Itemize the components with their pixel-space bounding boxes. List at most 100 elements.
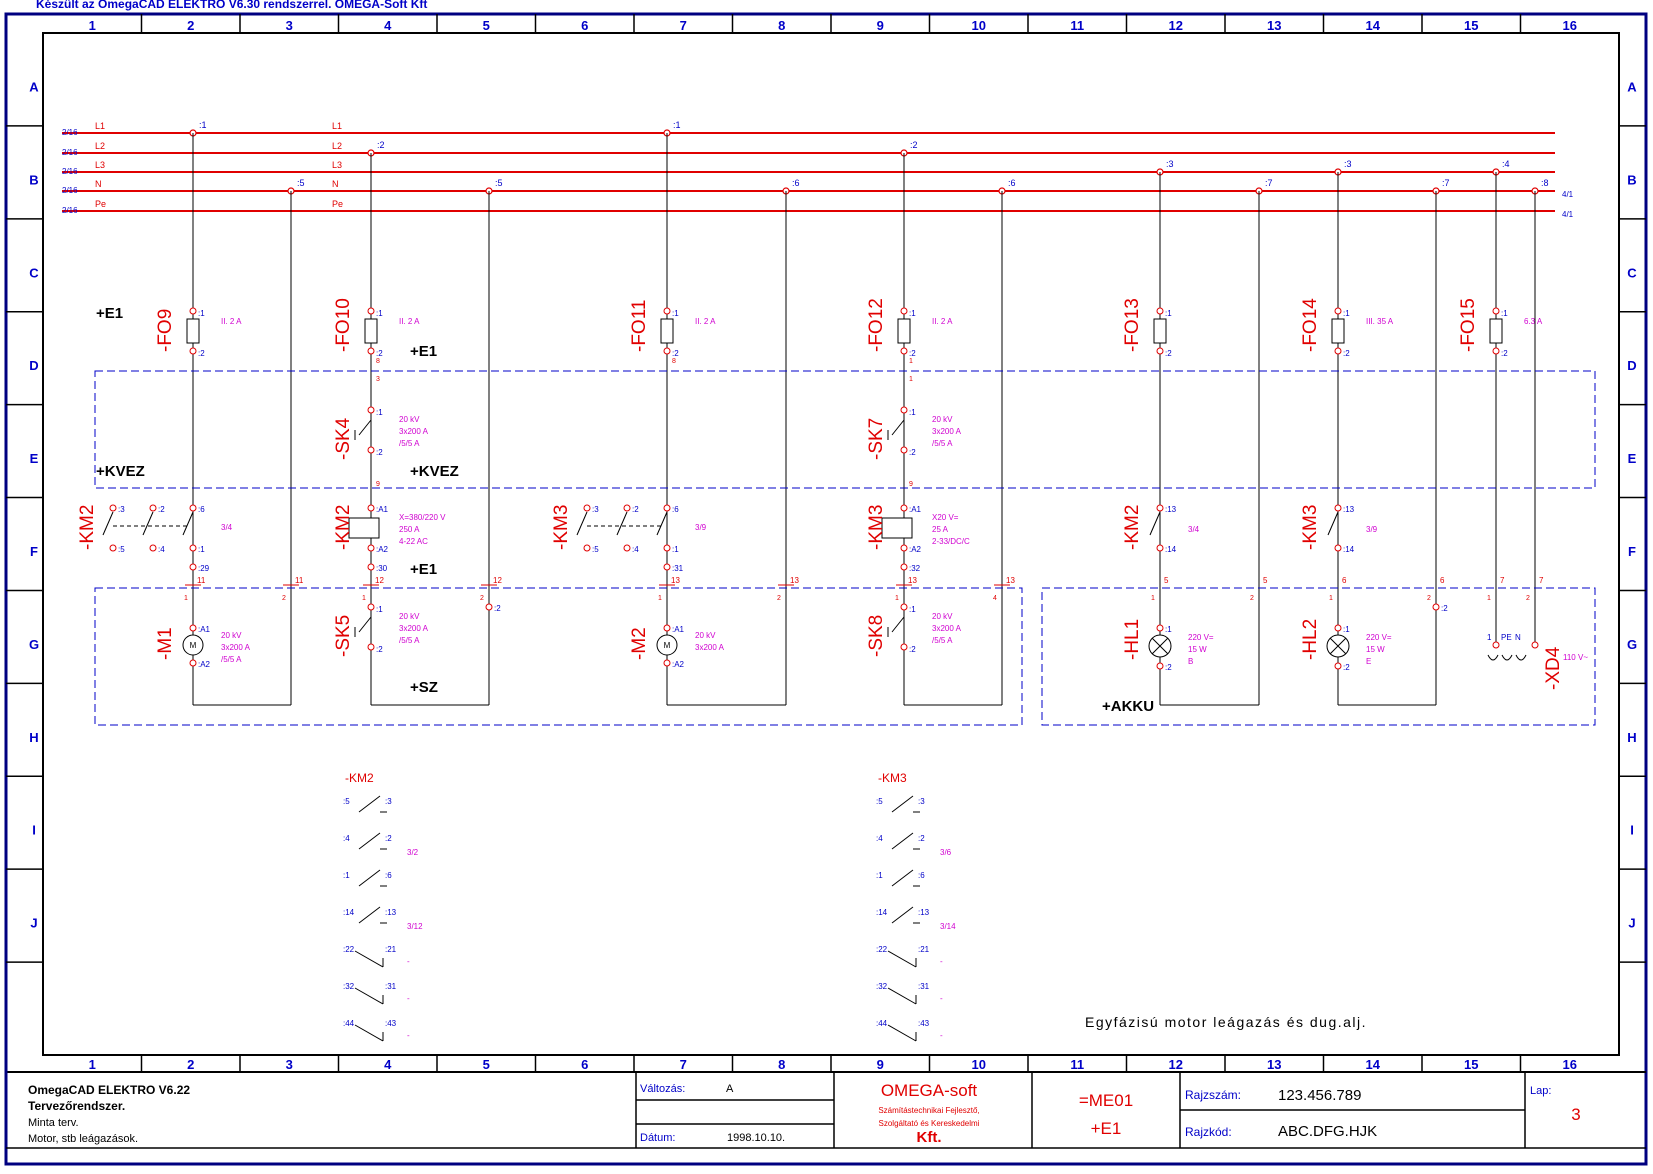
xref-pin: :14 [343, 908, 355, 917]
terminal-number: 2 [1427, 595, 1431, 602]
row-label-right: B [1627, 172, 1636, 187]
terminal-node [367, 406, 375, 414]
bus-tap-label: :5 [297, 178, 305, 188]
row-label-right: F [1628, 544, 1636, 559]
pin-label: :30 [376, 564, 388, 573]
lamp-spec: B [1188, 657, 1193, 666]
lamp-spec: 15 W [1188, 645, 1207, 654]
pin-label: :2 [376, 645, 383, 654]
pin-label: :1 [909, 408, 916, 417]
fuse-name: -FO11 [629, 300, 650, 352]
contactor-contact [616, 511, 628, 536]
terminal-node [367, 603, 375, 611]
fuse-name: -FO15 [1458, 298, 1479, 352]
terminal-number: 1 [1151, 595, 1155, 602]
xref-pin: :13 [918, 908, 930, 917]
outer-frame [4, 12, 1648, 1166]
drawing-no: 123.456.789 [1278, 1087, 1361, 1104]
company-kft: Kft. [917, 1129, 942, 1146]
fuse-name: -FO13 [1122, 298, 1143, 352]
power-buses: 2/16 L1 L1 2/16 L2 L2 2/16 L3 L3 2/16 N N 2/16 Pe Pe 4/… [62, 120, 1574, 219]
pin-label: :2 [158, 505, 165, 514]
column-label-top: 4 [384, 18, 392, 33]
fuse-symbol [660, 318, 674, 344]
location-e1-b: +E1 [410, 343, 437, 360]
xref-pin: :4 [876, 834, 883, 843]
terminal-number: 1 [362, 595, 366, 602]
pin-label: :13 [1343, 505, 1355, 514]
socket-voltage: 110 V~ [1563, 653, 1588, 662]
system-subtitle: Tervezőrendszer. [28, 1099, 125, 1113]
xref-pin: :44 [876, 1019, 888, 1028]
row-label-left: H [29, 730, 38, 745]
bus-tap-label: :7 [1442, 178, 1450, 188]
column-label-bottom: 14 [1366, 1057, 1381, 1072]
xref-no-contact [891, 795, 914, 813]
fuse-symbol [897, 318, 911, 344]
fuse-terminal [367, 307, 375, 315]
xref-pin: :32 [876, 982, 888, 991]
bus-label: N [95, 179, 102, 189]
pin-label: :1 [198, 545, 205, 554]
contactor-name: -KM3 [551, 505, 572, 550]
xref-no-contact [358, 832, 381, 850]
terminal-node [189, 624, 197, 632]
xref-pin: :21 [385, 945, 397, 954]
row-label-left: F [30, 544, 38, 559]
column-label-top: 10 [972, 18, 986, 33]
switch-spec: 3x200 A [932, 427, 962, 436]
xref-pin: :43 [918, 1019, 930, 1028]
fuse-pin-label: :1 [1343, 309, 1350, 318]
fuse-rating: II. 2 A [695, 317, 716, 326]
wire-number: 7 [1539, 576, 1544, 585]
xref-pin: :22 [343, 945, 355, 954]
header-note: Készült az OmegaCAD ELEKTRO V6.30 rendsz… [36, 0, 427, 11]
terminal-node [149, 544, 157, 552]
location-code: +E1 [1091, 1119, 1122, 1138]
row-label-left: D [29, 358, 38, 373]
terminal-node [189, 504, 197, 512]
terminal-node [189, 659, 197, 667]
bus-label: L2 [95, 141, 105, 151]
column-label-bottom: 16 [1563, 1057, 1577, 1072]
terminal-number: 8 [376, 358, 380, 365]
fuse-rating: III. 35 A [1366, 317, 1394, 326]
pin-label: :A1 [198, 625, 211, 634]
terminal-number: 1 [909, 376, 913, 383]
terminal-node [367, 504, 375, 512]
terminal-number: 1 [658, 595, 662, 602]
xref-ref: 3/2 [407, 848, 419, 857]
column-label-bottom: 2 [187, 1057, 194, 1072]
bus-left-ref: 2/16 [62, 128, 78, 137]
xref-pin: :6 [918, 871, 925, 880]
fuse-symbol [1489, 318, 1503, 344]
contactor-contact [576, 511, 588, 536]
fuse-terminal [1334, 347, 1342, 355]
contactor-coil-spec: X20 V= [932, 513, 959, 522]
bus-tap-label: :2 [377, 140, 385, 150]
company-line1: Számítástechnikai Fejlesztő, [878, 1106, 979, 1115]
pin-label: :A1 [672, 625, 685, 634]
pin-label: :A2 [909, 545, 922, 554]
column-label-top: 15 [1464, 18, 1478, 33]
motor-spec: 20 kV [695, 631, 716, 640]
fuse-rating: 6.3 A [1524, 317, 1543, 326]
socket-pin: 1 [1487, 633, 1492, 642]
switch-contact [358, 419, 372, 436]
xref-ref: 3/14 [940, 922, 956, 931]
fuse-terminal [1492, 307, 1500, 315]
pin-label: :1 [376, 408, 383, 417]
terminal-node [367, 563, 375, 571]
pin-label: :5 [592, 545, 599, 554]
terminal-node [900, 544, 908, 552]
xref-no-contact [891, 832, 914, 850]
switch-name: -SK4 [333, 417, 354, 460]
column-label-bottom: 13 [1267, 1057, 1281, 1072]
pin-label: :2 [909, 448, 916, 457]
terminal-node [1334, 662, 1342, 670]
xref-pin: :21 [918, 945, 930, 954]
switch-name: -SK5 [333, 615, 354, 657]
xref-pin: :22 [876, 945, 888, 954]
column-label-top: 6 [581, 18, 588, 33]
terminal-node [189, 544, 197, 552]
